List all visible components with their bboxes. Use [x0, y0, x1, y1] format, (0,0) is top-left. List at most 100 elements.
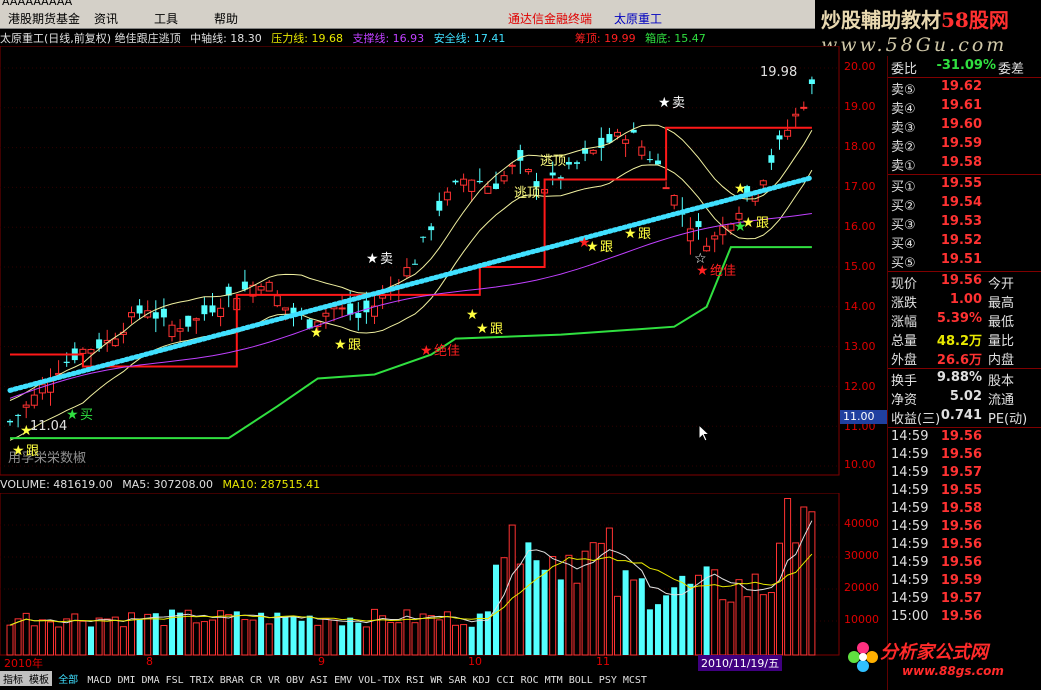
tab-boll[interactable]: BOLL	[566, 675, 596, 686]
bid-row[interactable]: 买① 19.55	[888, 176, 1041, 195]
candle-body[interactable]	[670, 195, 678, 206]
tab-emv[interactable]: EMV	[331, 675, 355, 686]
menu-info[interactable]: 资讯	[94, 10, 118, 27]
bid-row[interactable]: 买⑤ 19.51	[888, 252, 1041, 271]
candle-body[interactable]	[443, 191, 451, 201]
candle-body[interactable]	[22, 404, 30, 408]
candle-body[interactable]	[711, 235, 719, 240]
bid-row[interactable]: 买④ 19.52	[888, 233, 1041, 252]
candle-body[interactable]	[808, 79, 815, 84]
candle-body[interactable]	[695, 221, 702, 228]
tab-vol-tdx[interactable]: VOL-TDX	[355, 675, 403, 686]
ask-row[interactable]: 卖④ 19.61	[888, 98, 1041, 117]
candle-body[interactable]	[768, 155, 775, 163]
menu-help[interactable]: 帮助	[214, 10, 238, 27]
tab-mcst[interactable]: MCST	[620, 675, 650, 686]
tab-trix[interactable]: TRIX	[187, 675, 217, 686]
candle-body[interactable]	[257, 286, 265, 291]
candle-body[interactable]	[792, 113, 800, 117]
candle-body[interactable]	[436, 200, 443, 211]
candle-body[interactable]	[549, 172, 556, 176]
candle-body[interactable]	[87, 349, 95, 354]
candle-body[interactable]	[265, 281, 273, 292]
candlestick-chart[interactable]	[0, 46, 840, 476]
candle-body[interactable]	[15, 414, 22, 416]
tab-dma[interactable]: DMA	[139, 675, 163, 686]
bid-row[interactable]: 买③ 19.53	[888, 214, 1041, 233]
candle-body[interactable]	[412, 263, 418, 265]
candle-body[interactable]	[217, 307, 225, 318]
candle-body[interactable]	[662, 187, 670, 190]
tab-rsi[interactable]: RSI	[403, 675, 427, 686]
candle-body[interactable]	[622, 139, 630, 144]
candle-body[interactable]	[152, 312, 159, 319]
candle-body[interactable]	[500, 175, 508, 182]
candle-body[interactable]	[347, 303, 354, 315]
candle-body[interactable]	[524, 169, 532, 173]
candle-body[interactable]	[420, 236, 427, 238]
candle-body[interactable]	[759, 180, 767, 186]
candle-body[interactable]	[776, 135, 783, 140]
tab-cr[interactable]: CR	[247, 675, 265, 686]
candle-body[interactable]	[574, 162, 580, 164]
candle-body[interactable]	[128, 312, 135, 318]
candle-body[interactable]	[493, 183, 499, 189]
ask-row[interactable]: 卖⑤ 19.62	[888, 79, 1041, 98]
tab-asi[interactable]: ASI	[307, 675, 331, 686]
candle-body[interactable]	[565, 161, 572, 165]
candle-body[interactable]	[79, 348, 87, 354]
candle-body[interactable]	[185, 315, 192, 327]
tab-all[interactable]: 全部	[55, 671, 81, 686]
ask-row[interactable]: 卖① 19.58	[888, 155, 1041, 174]
tab-template[interactable]: 模板	[26, 671, 52, 686]
candle-body[interactable]	[460, 178, 468, 186]
candle-body[interactable]	[273, 295, 281, 307]
candle-body[interactable]	[363, 300, 370, 313]
candle-body[interactable]	[727, 223, 735, 231]
candle-body[interactable]	[646, 159, 653, 161]
candle-body[interactable]	[47, 380, 54, 393]
candle-body[interactable]	[476, 180, 483, 183]
candle-body[interactable]	[800, 106, 808, 109]
tab-kdj[interactable]: KDJ	[469, 675, 493, 686]
tab-fsl[interactable]: FSL	[163, 675, 187, 686]
candle-body[interactable]	[136, 305, 143, 314]
menu-tools[interactable]: 工具	[154, 10, 178, 27]
bid-row[interactable]: 买② 19.54	[888, 195, 1041, 214]
candle-body[interactable]	[589, 149, 597, 154]
ask-row[interactable]: 卖③ 19.60	[888, 117, 1041, 136]
candle-body[interactable]	[30, 394, 38, 406]
tab-indicator[interactable]: 指标	[0, 671, 26, 686]
tab-psy[interactable]: PSY	[596, 675, 620, 686]
candle-body[interactable]	[209, 305, 216, 313]
candle-body[interactable]	[428, 226, 435, 231]
candle-body[interactable]	[719, 225, 727, 236]
candle-body[interactable]	[468, 179, 476, 192]
candle-body[interactable]	[484, 186, 492, 194]
candle-body[interactable]	[638, 146, 646, 156]
candle-body[interactable]	[508, 164, 516, 167]
volume-chart[interactable]	[0, 493, 840, 656]
tab-cci[interactable]: CCI	[494, 675, 518, 686]
candle-body[interactable]	[7, 420, 13, 423]
candle-body[interactable]	[281, 307, 289, 311]
candle-body[interactable]	[403, 267, 411, 277]
tab-obv[interactable]: OBV	[283, 675, 307, 686]
candle-body[interactable]	[176, 328, 184, 332]
tab-vr[interactable]: VR	[265, 675, 283, 686]
candle-body[interactable]	[614, 131, 621, 137]
candle-body[interactable]	[379, 295, 387, 299]
candle-body[interactable]	[606, 134, 613, 143]
candle-body[interactable]	[338, 307, 346, 310]
menu-hk-futures[interactable]: 港股期货基金	[8, 10, 80, 27]
ask-row[interactable]: 卖② 19.59	[888, 136, 1041, 155]
candle-body[interactable]	[686, 228, 694, 242]
tab-wr[interactable]: WR	[427, 675, 445, 686]
candle-body[interactable]	[784, 129, 792, 137]
tab-sar[interactable]: SAR	[445, 675, 469, 686]
candle-body[interactable]	[655, 160, 661, 165]
tab-dmi[interactable]: DMI	[114, 675, 138, 686]
tab-brar[interactable]: BRAR	[217, 675, 247, 686]
tab-macd[interactable]: MACD	[84, 675, 114, 686]
candle-body[interactable]	[192, 318, 200, 321]
